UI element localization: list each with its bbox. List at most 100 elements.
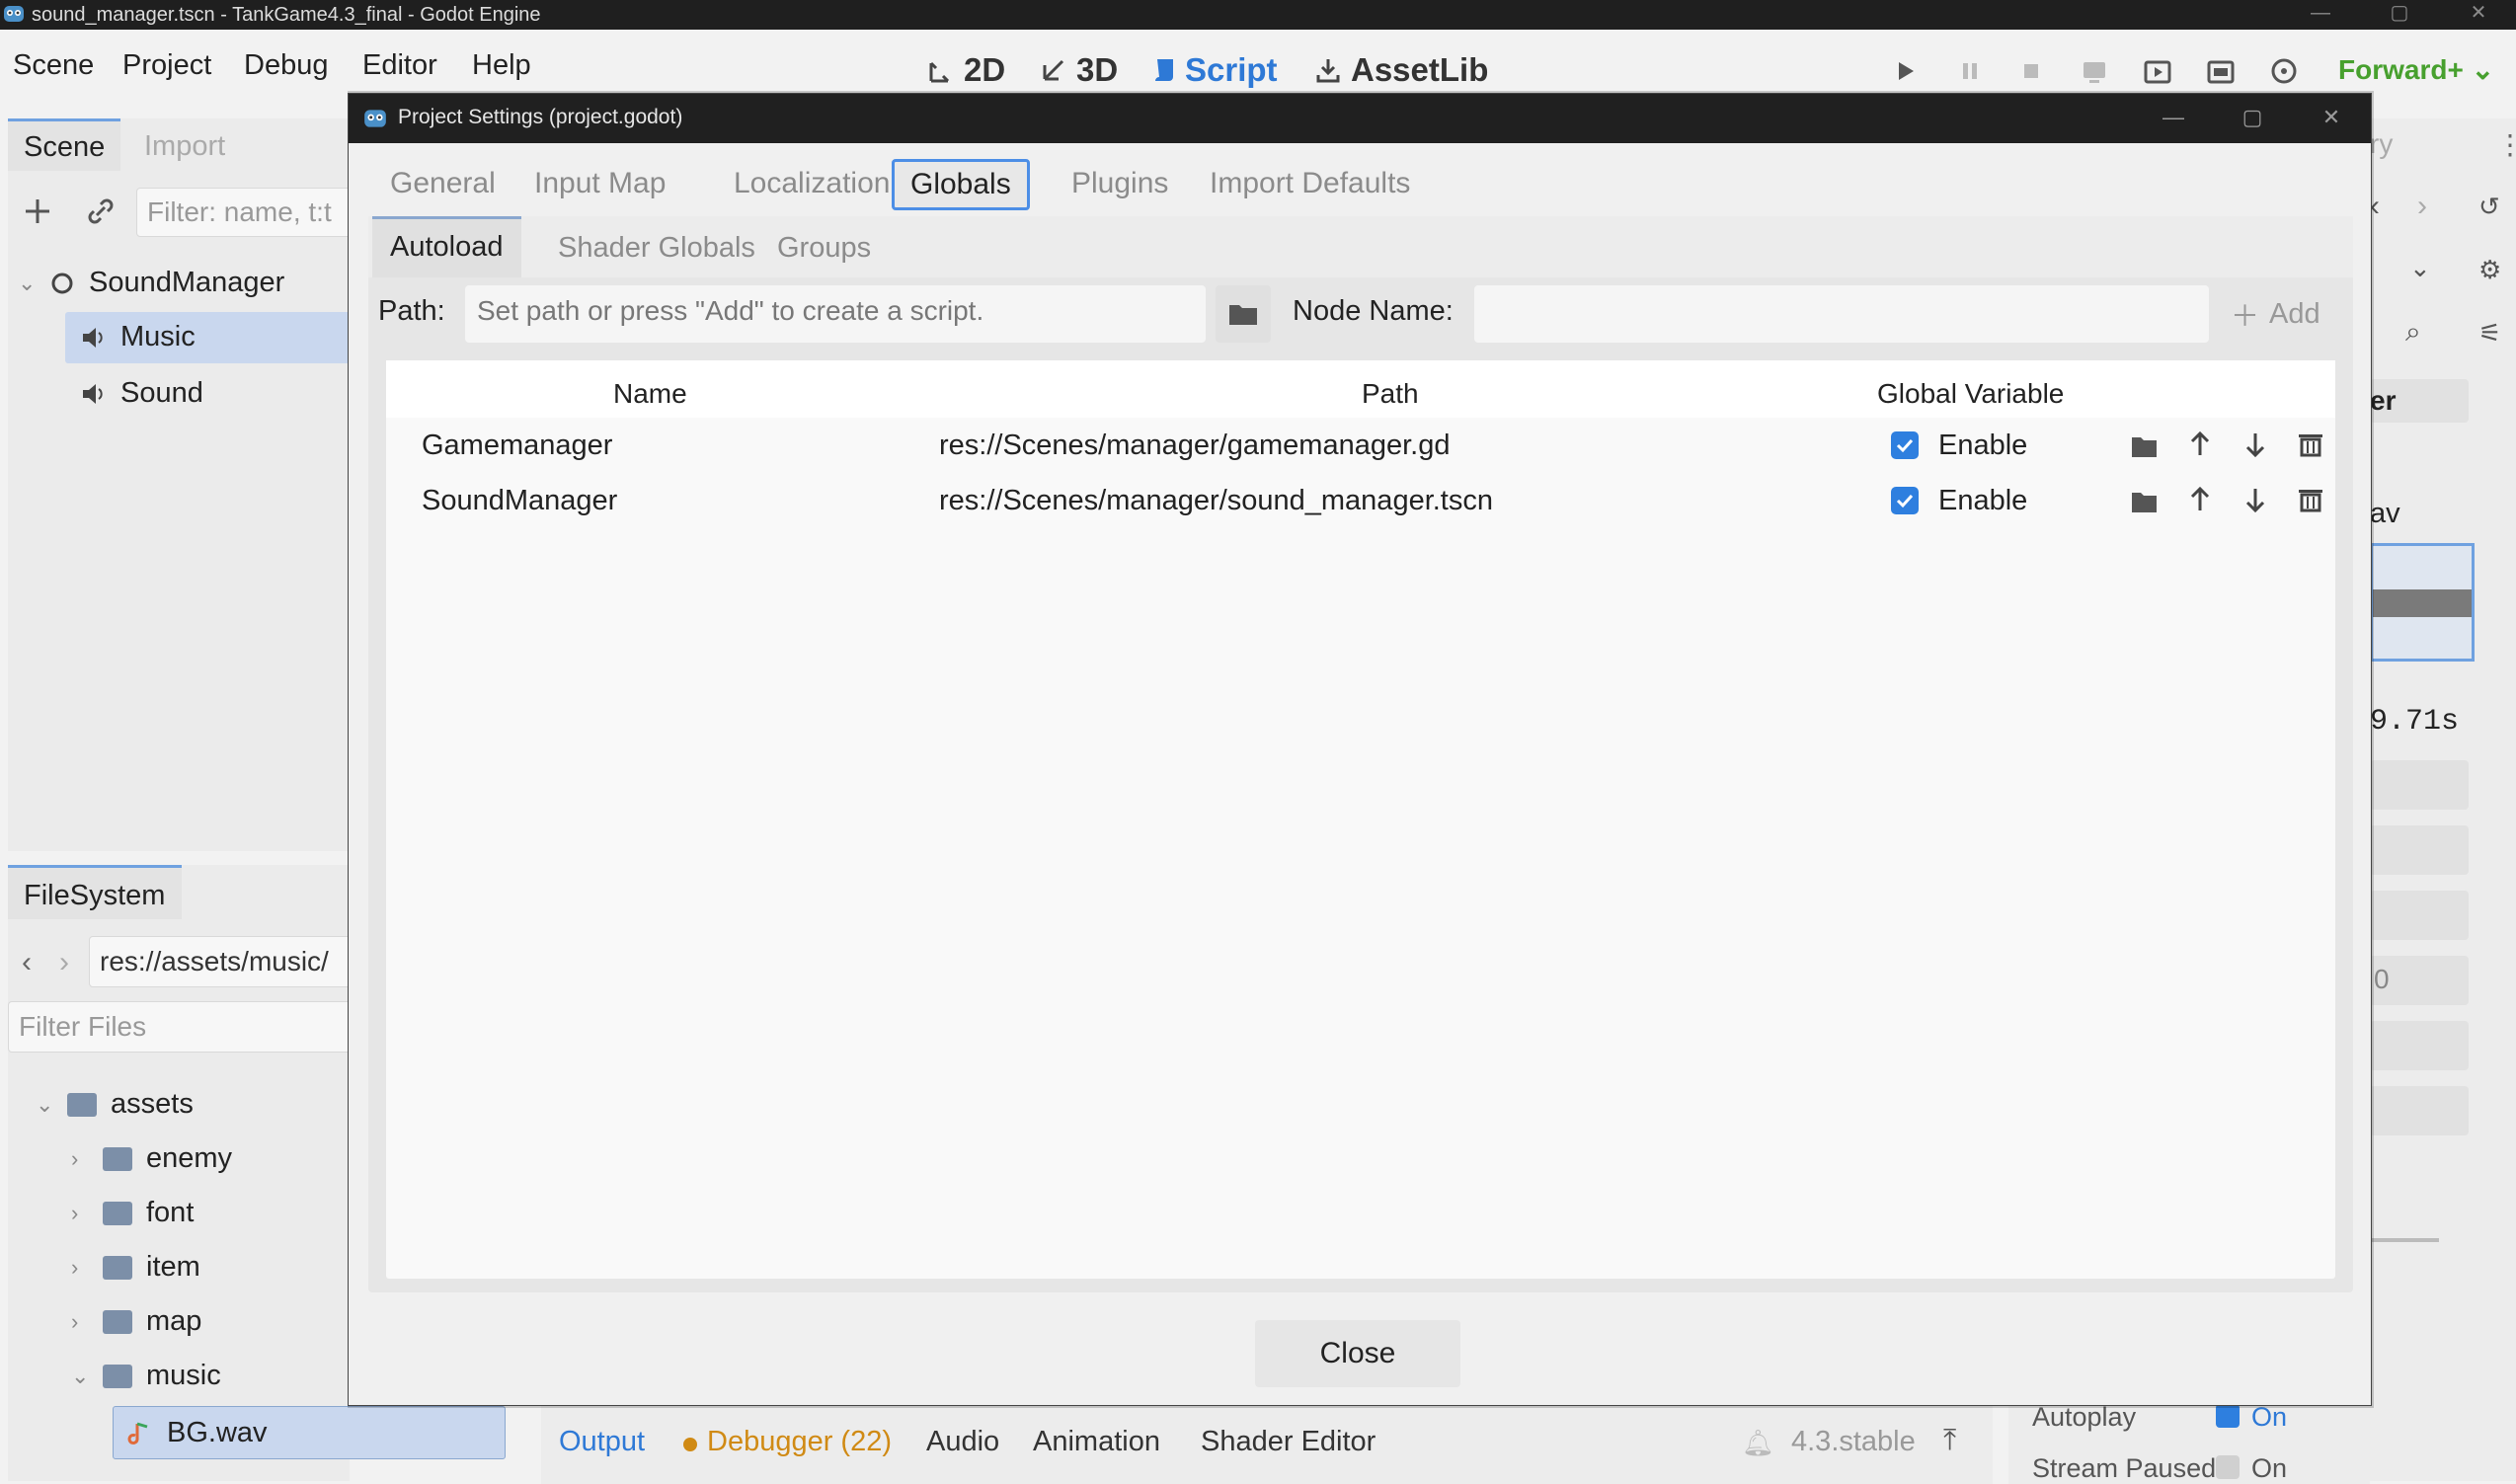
tab-debugger[interactable]: Debugger (22) xyxy=(707,1426,892,1458)
node-name-input[interactable] xyxy=(1474,285,2209,343)
move-down-icon[interactable] xyxy=(2241,485,2270,514)
forward-icon[interactable]: › xyxy=(59,946,69,979)
tree-node-music[interactable]: Music xyxy=(65,312,352,363)
folder-music[interactable]: ⌄ music xyxy=(71,1360,221,1392)
dialog-close-x-button[interactable]: ✕ xyxy=(2302,100,2361,135)
tree-node-soundmanager[interactable]: ⌄ SoundManager xyxy=(18,267,284,299)
tab-output[interactable]: Output xyxy=(559,1426,645,1458)
inspector-spinbox-1[interactable] xyxy=(2370,891,2469,940)
minimize-button[interactable]: — xyxy=(2296,0,2345,30)
search-icon[interactable]: ⌕ xyxy=(2405,316,2421,349)
workspace-3d-tab[interactable]: 3D xyxy=(1039,51,1118,89)
history-icon[interactable]: ↺ xyxy=(2478,192,2500,222)
scene-filter-input[interactable]: Filter: name, t:t xyxy=(136,188,354,237)
folder-enemy[interactable]: › enemy xyxy=(71,1142,232,1175)
workspace-assetlib-tab[interactable]: AssetLib xyxy=(1313,51,1488,89)
close-button[interactable]: Close xyxy=(1255,1320,1460,1387)
menu-scene[interactable]: Scene xyxy=(13,49,94,82)
settings-icon[interactable]: ⚟ xyxy=(2478,318,2501,349)
plus-icon: ＋ xyxy=(2231,301,2260,333)
waveform-graphic xyxy=(2373,589,2472,617)
chevron-right-icon: › xyxy=(71,1145,79,1171)
workspace-2d-tab[interactable]: 2D xyxy=(926,51,1005,89)
add-autoload-button[interactable]: ＋ Add xyxy=(2231,293,2320,335)
waveform-preview[interactable] xyxy=(2370,543,2475,662)
more-icon[interactable]: ⋮ xyxy=(2496,128,2516,161)
pause-icon[interactable] xyxy=(1953,54,1987,88)
inspector-dropdown-1[interactable] xyxy=(2370,760,2469,810)
menu-editor[interactable]: Editor xyxy=(362,49,437,82)
subtab-shader-globals[interactable]: Shader Globals xyxy=(558,232,755,265)
subtab-groups[interactable]: Groups xyxy=(777,232,871,265)
tab-input-map[interactable]: Input Map xyxy=(534,167,666,200)
maximize-button[interactable]: ▢ xyxy=(2375,0,2424,30)
play-scene-icon[interactable] xyxy=(2141,54,2174,88)
tab-animation[interactable]: Animation xyxy=(1033,1426,1160,1458)
open-folder-icon[interactable] xyxy=(2130,487,2160,516)
inspector-header: er xyxy=(2370,379,2469,423)
tab-general[interactable]: General xyxy=(390,167,496,200)
tab-filesystem[interactable]: FileSystem xyxy=(8,865,182,919)
history-forward-icon[interactable]: › xyxy=(2417,190,2427,223)
tab-globals[interactable]: Globals xyxy=(892,159,1030,210)
3d-icon xyxy=(1039,55,1068,85)
tab-audio[interactable]: Audio xyxy=(926,1426,999,1458)
folder-item[interactable]: › item xyxy=(71,1251,200,1284)
tab-plugins[interactable]: Plugins xyxy=(1071,167,1168,200)
open-folder-icon[interactable] xyxy=(2130,431,2160,461)
inspector-field-4[interactable] xyxy=(2370,1086,2469,1135)
file-bg-wav[interactable]: BG.wav xyxy=(113,1406,506,1459)
delete-icon[interactable] xyxy=(2296,485,2325,514)
inspector-spinbox-3[interactable] xyxy=(2370,1021,2469,1070)
table-row[interactable]: SoundManager res://Scenes/manager/sound_… xyxy=(386,473,2335,528)
dialog-minimize-button[interactable]: — xyxy=(2144,100,2203,135)
menu-help[interactable]: Help xyxy=(472,49,531,82)
inspector-spinbox-2[interactable]: 0 xyxy=(2370,956,2469,1005)
chevron-down-icon[interactable]: ⌄ xyxy=(2409,253,2431,283)
workspace-script-tab[interactable]: Script xyxy=(1151,51,1278,89)
inspector-dropdown-2[interactable] xyxy=(2370,825,2469,875)
link-icon[interactable] xyxy=(85,195,117,227)
tab-scene[interactable]: Scene xyxy=(8,118,120,171)
tab-import-defaults[interactable]: Import Defaults xyxy=(1210,167,1410,200)
enable-checkbox[interactable] xyxy=(1891,487,1919,514)
notification-bell-icon[interactable]: 🔔︎ xyxy=(1742,1428,1774,1458)
dialog-maximize-button[interactable]: ▢ xyxy=(2223,100,2282,135)
move-down-icon[interactable] xyxy=(2241,430,2270,459)
inspector-slider[interactable] xyxy=(2370,1238,2439,1242)
stop-icon[interactable] xyxy=(2014,54,2048,88)
menu-debug[interactable]: Debug xyxy=(244,49,328,82)
back-icon[interactable]: ‹ xyxy=(22,946,32,979)
remote-debug-icon[interactable] xyxy=(2078,54,2111,88)
folder-font[interactable]: › font xyxy=(71,1197,194,1229)
tab-shader-editor[interactable]: Shader Editor xyxy=(1201,1426,1376,1458)
renderer-selector[interactable]: Forward+ ⌄ xyxy=(2338,53,2494,86)
expand-panel-icon[interactable]: ⤒ xyxy=(1943,1424,1956,1457)
movie-maker-icon[interactable] xyxy=(2267,54,2301,88)
speaker-icon xyxy=(79,380,107,408)
stream-paused-checkbox[interactable] xyxy=(2216,1455,2240,1479)
delete-icon[interactable] xyxy=(2296,430,2325,459)
autoload-path-input[interactable]: Set path or press "Add" to create a scri… xyxy=(465,285,1206,343)
close-window-button[interactable]: ✕ xyxy=(2454,0,2503,30)
inspector-dock: ry ⋮ ‹ › ↺ ⌄ ⚙ ⌕ ⚟ er av 9.71s 0 xyxy=(2370,118,2516,1481)
filter-files-input[interactable]: Filter Files xyxy=(8,1001,354,1053)
folder-assets[interactable]: ⌄ assets xyxy=(36,1088,194,1121)
move-up-icon[interactable] xyxy=(2185,430,2215,459)
filesystem-path-input[interactable]: res://assets/music/ xyxy=(89,936,355,987)
tab-localization[interactable]: Localization xyxy=(734,167,890,200)
browse-path-button[interactable] xyxy=(1216,285,1271,343)
tree-node-sound[interactable]: Sound xyxy=(79,377,203,410)
menu-project[interactable]: Project xyxy=(122,49,211,82)
tab-import[interactable]: Import xyxy=(144,130,225,163)
move-up-icon[interactable] xyxy=(2185,485,2215,514)
object-tools-icon[interactable]: ⚙ xyxy=(2478,255,2501,285)
enable-checkbox[interactable] xyxy=(1891,431,1919,459)
table-row[interactable]: Gamemanager res://Scenes/manager/gameman… xyxy=(386,418,2335,473)
play-icon[interactable] xyxy=(1888,54,1922,88)
play-custom-scene-icon[interactable] xyxy=(2204,54,2238,88)
subtab-autoload[interactable]: Autoload xyxy=(372,216,521,277)
scene-dock: Scene Import Filter: name, t:t ⌄ SoundMa… xyxy=(8,118,354,851)
add-node-icon[interactable] xyxy=(22,195,53,227)
folder-map[interactable]: › map xyxy=(71,1305,201,1338)
